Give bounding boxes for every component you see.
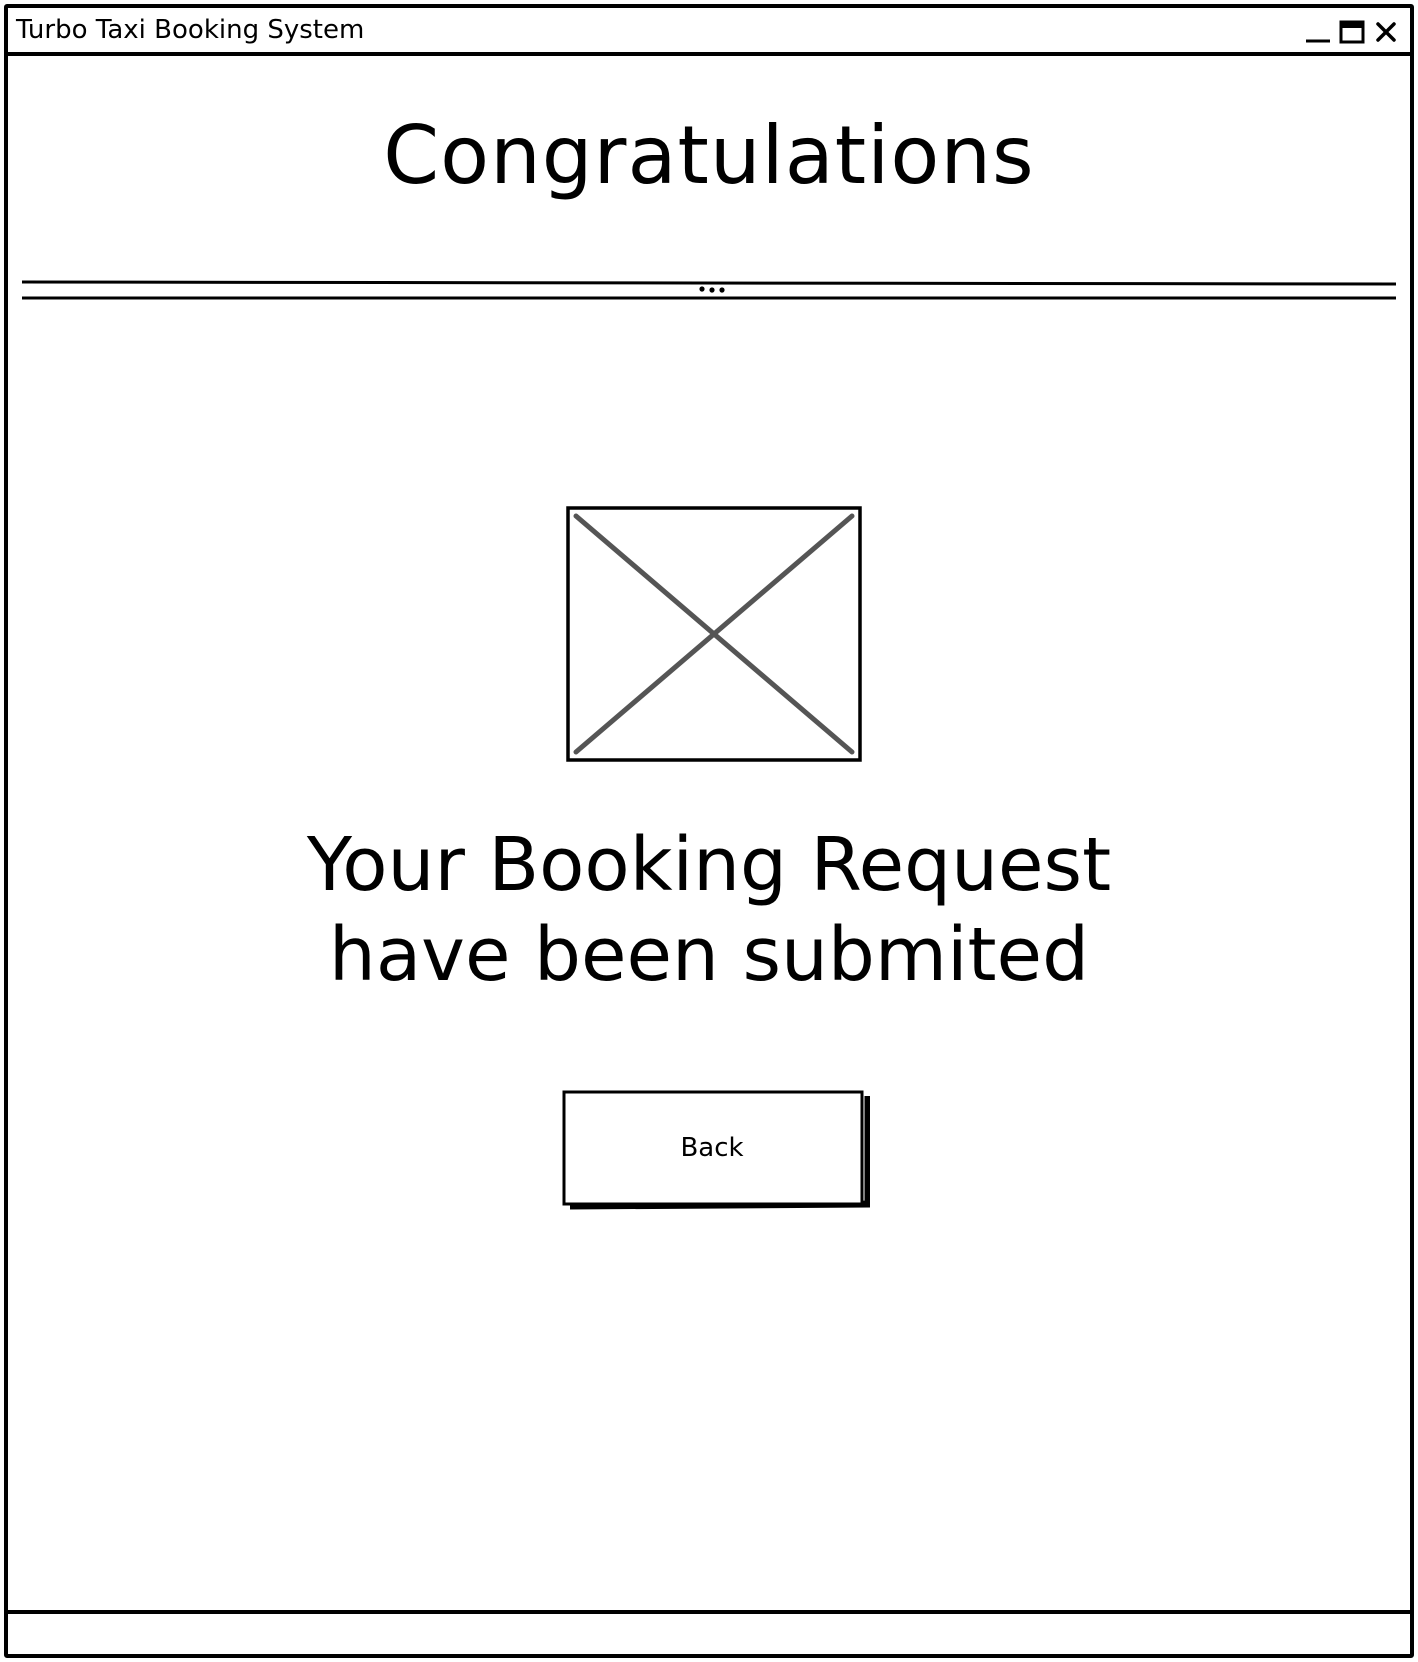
splitter-grip-icon: [699, 286, 725, 293]
image-placeholder-icon: [566, 506, 864, 764]
back-button[interactable]: Back: [562, 1090, 870, 1214]
close-icon[interactable]: [1372, 18, 1400, 46]
window-controls: [1298, 16, 1400, 48]
horizontal-splitter[interactable]: [22, 278, 1396, 300]
app-window: Turbo Taxi Booking System Congratulation…: [4, 4, 1414, 1658]
minimize-icon[interactable]: [1304, 18, 1332, 46]
page-title: Congratulations: [383, 109, 1035, 202]
confirmation-message: Your Booking Request have been submited: [306, 822, 1112, 998]
maximize-icon[interactable]: [1338, 18, 1366, 46]
back-button-label: Back: [680, 1133, 744, 1163]
status-bar: [8, 1610, 1410, 1654]
title-bar[interactable]: Turbo Taxi Booking System: [8, 8, 1410, 56]
window-title: Turbo Taxi Booking System: [16, 15, 365, 45]
